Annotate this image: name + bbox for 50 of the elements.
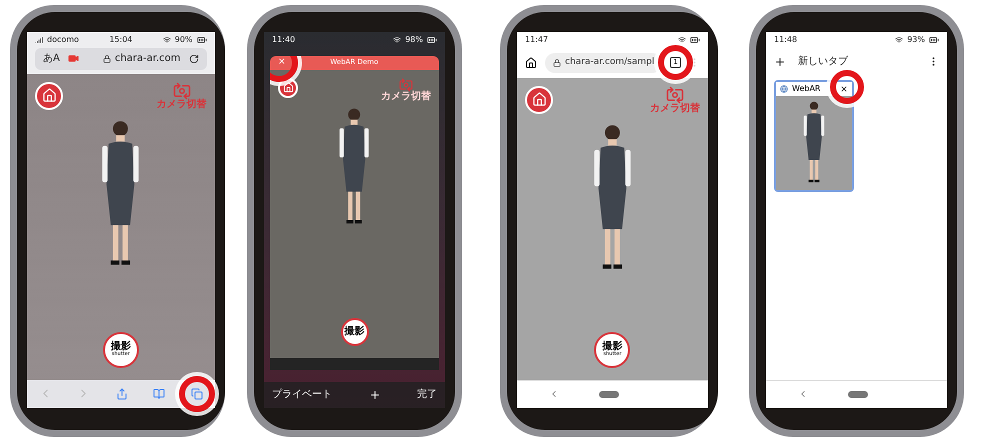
url-text: chara-ar.com [114, 52, 181, 66]
private-button[interactable]: プライベート [272, 387, 332, 402]
home-button[interactable] [525, 86, 553, 114]
bookmarks-icon[interactable] [153, 388, 166, 400]
video-icon [68, 53, 79, 64]
home-pill[interactable] [848, 390, 868, 398]
camera-switch-label[interactable]: カメラ切替 [381, 92, 431, 102]
url-text: chara-ar.com/sampl [565, 56, 654, 69]
favicon-icon [780, 84, 788, 92]
shutter-button[interactable]: 撮影 [340, 318, 368, 346]
battery-icon [196, 34, 207, 44]
done-button[interactable]: 完了 [417, 387, 437, 402]
camera-switch-icon [172, 82, 191, 100]
camera-switch-icon [666, 86, 684, 104]
status-time: 11:47 [525, 34, 548, 46]
new-tab-label[interactable]: 新しいタブ [798, 54, 848, 69]
wifi-icon [895, 36, 904, 44]
lock-icon [102, 54, 111, 62]
carrier-name: docomo [47, 34, 79, 46]
home-pill[interactable] [599, 390, 619, 398]
battery-percent: 93% [907, 34, 925, 46]
tab-title: WebAR [792, 82, 820, 94]
tabs-icon[interactable] [190, 388, 202, 400]
wifi-icon [162, 36, 171, 44]
home-icon [532, 92, 546, 107]
battery-percent: 90% [174, 34, 193, 46]
reload-icon[interactable] [188, 54, 199, 64]
home-button[interactable] [35, 82, 63, 110]
close-tab-icon[interactable] [840, 84, 848, 92]
status-time: 11:48 [774, 34, 798, 46]
add-tab-icon[interactable] [368, 388, 380, 400]
battery-icon [929, 34, 939, 44]
text-size-button[interactable]: あA [43, 51, 60, 66]
address-bar[interactable]: あA chara-ar.com [35, 48, 207, 70]
camera-switch-icon [399, 78, 413, 92]
lock-icon [553, 58, 561, 66]
new-tab-icon[interactable] [774, 56, 786, 68]
status-time: 11:40 [272, 34, 296, 46]
tab-card[interactable]: WebAR [774, 80, 854, 192]
wifi-icon [678, 36, 686, 44]
signal-icon [35, 36, 43, 44]
home-icon [42, 88, 56, 103]
home-icon [282, 82, 294, 93]
battery-icon [690, 34, 700, 44]
wifi-icon [393, 36, 402, 44]
status-time: 15:04 [109, 34, 132, 46]
share-icon[interactable] [116, 388, 128, 400]
battery-percent: 98% [405, 34, 423, 46]
battery-icon [427, 34, 437, 44]
home-icon[interactable] [525, 56, 537, 68]
